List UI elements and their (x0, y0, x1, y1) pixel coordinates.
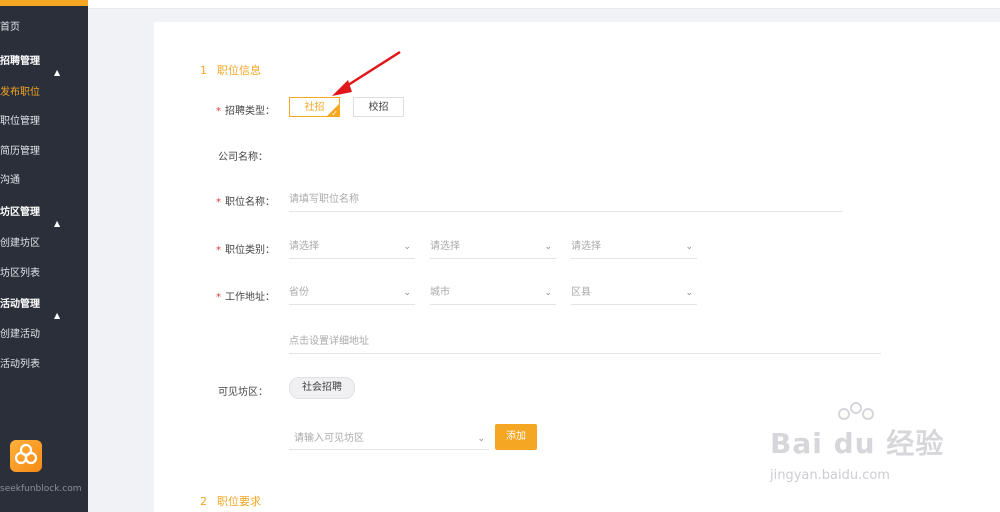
option-label: 社招 (304, 102, 325, 113)
job-category-select-1[interactable]: 请选择 ⌄ (289, 236, 415, 259)
field-label-text: 工作地址： (225, 292, 275, 303)
sidebar-group-activity[interactable]: 活动管理 (0, 295, 40, 310)
collapse-caret-icon[interactable]: ▲ (54, 311, 60, 320)
chevron-down-icon: ⌄ (403, 242, 411, 252)
collapse-caret-icon[interactable]: ▲ (54, 68, 60, 77)
chevron-down-icon: ⌄ (685, 242, 693, 252)
detail-address-input[interactable]: 点击设置详细地址 (289, 331, 881, 354)
chevron-down-icon: ⌄ (544, 242, 552, 252)
required-mark: * (216, 197, 221, 208)
sidebar-item-resume-manage[interactable]: 简历管理 (0, 142, 40, 157)
check-icon: ✓ (331, 109, 338, 117)
section-job-info-title: 1 职位信息 (200, 62, 261, 78)
top-header-bar (88, 0, 1000, 9)
required-mark: * (216, 245, 221, 256)
job-name-input[interactable]: 请填写职位名称 (289, 189, 843, 212)
sidebar-item-post-job[interactable]: 发布职位 (0, 83, 40, 98)
section-number: 2 (200, 495, 207, 508)
visible-area-input[interactable]: 请输入可见坊区 ⌄ (289, 428, 489, 450)
option-label: 校招 (368, 102, 389, 113)
sidebar-group-recruit[interactable]: 招聘管理 (0, 52, 40, 67)
select-placeholder: 请选择 (289, 241, 319, 252)
recruit-type-campus-option[interactable]: 校招 (353, 97, 404, 117)
visible-area-label: 可见坊区： (218, 387, 268, 398)
chevron-down-icon: ⌄ (685, 288, 693, 298)
app-logo-icon (10, 440, 42, 472)
sidebar-group-district[interactable]: 坊区管理 (0, 203, 40, 218)
sidebar: 首页 招聘管理 ▲ 发布职位 职位管理 简历管理 沟通 坊区管理 ▲ 创建坊区 … (0, 0, 88, 512)
select-placeholder: 省份 (289, 287, 309, 298)
sidebar-item-create-district[interactable]: 创建坊区 (0, 234, 40, 249)
sidebar-item-activity-list[interactable]: 活动列表 (0, 355, 40, 370)
field-label-text: 职位名称： (225, 197, 275, 208)
job-name-label: * 职位名称： (216, 193, 275, 208)
select-placeholder: 区县 (571, 287, 591, 298)
chevron-down-icon: ⌄ (403, 288, 411, 298)
visible-area-tag[interactable]: 社会招聘 (289, 377, 355, 399)
add-button[interactable]: 添加 (495, 424, 537, 450)
sidebar-top-accent (0, 0, 88, 6)
work-address-label: * 工作地址： (216, 288, 275, 303)
collapse-caret-icon[interactable]: ▲ (54, 219, 60, 228)
section-title-text: 职位信息 (217, 64, 261, 77)
sidebar-item-job-manage[interactable]: 职位管理 (0, 112, 40, 127)
select-placeholder: 请选择 (430, 241, 460, 252)
field-label-text: 招聘类型： (225, 106, 275, 117)
input-placeholder: 请输入可见坊区 (294, 433, 364, 444)
required-mark: * (216, 106, 221, 117)
section-number: 1 (200, 64, 207, 77)
select-placeholder: 城市 (430, 287, 450, 298)
section-job-requirement-title: 2 职位要求 (200, 493, 261, 509)
job-category-label: * 职位类别： (216, 241, 275, 256)
field-label-text: 职位类别： (225, 245, 275, 256)
company-name-label: 公司名称： (218, 152, 268, 163)
sidebar-item-create-activity[interactable]: 创建活动 (0, 325, 40, 340)
section-title-text: 职位要求 (217, 495, 261, 508)
sidebar-item-communicate[interactable]: 沟通 (0, 171, 20, 186)
job-category-select-3[interactable]: 请选择 ⌄ (571, 236, 697, 259)
city-select[interactable]: 城市 ⌄ (430, 282, 556, 305)
recruit-type-social-option[interactable]: 社招 ✓ (289, 97, 340, 117)
province-select[interactable]: 省份 ⌄ (289, 282, 415, 305)
chevron-down-icon: ⌄ (477, 434, 485, 444)
recruit-type-label: * 招聘类型： (216, 102, 275, 117)
watermark-url: jingyan.baidu.com (770, 468, 890, 483)
chevron-down-icon: ⌄ (544, 288, 552, 298)
district-select[interactable]: 区县 ⌄ (571, 282, 697, 305)
select-placeholder: 请选择 (571, 241, 601, 252)
sidebar-item-home[interactable]: 首页 (0, 18, 20, 33)
job-category-select-2[interactable]: 请选择 ⌄ (430, 236, 556, 259)
watermark-text: Bai du 经验 (770, 427, 945, 460)
sidebar-item-district-list[interactable]: 坊区列表 (0, 264, 40, 279)
footer-domain: seekfunblock.com (0, 484, 82, 494)
baidu-watermark: Bai du 经验 jingyan.baidu.com (770, 400, 970, 492)
required-mark: * (216, 292, 221, 303)
